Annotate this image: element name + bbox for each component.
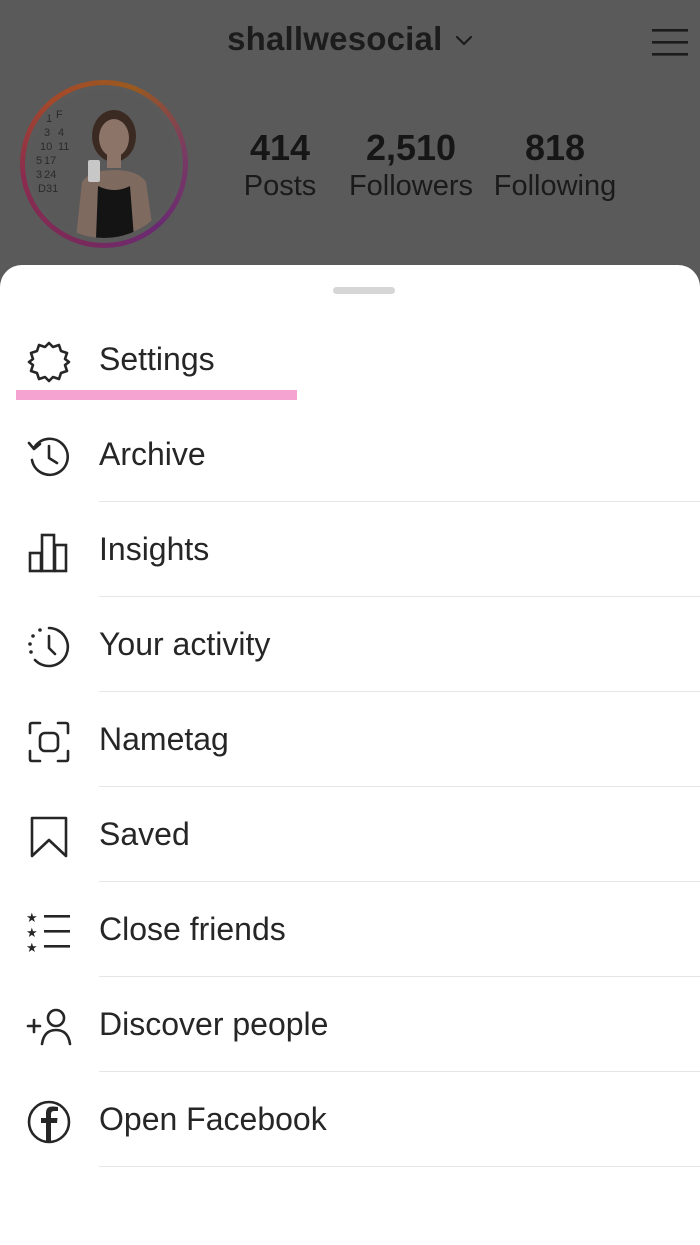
svg-text:5: 5 <box>36 155 42 167</box>
menu-item-archive[interactable]: Archive <box>0 407 700 502</box>
add-person-icon <box>26 1004 72 1050</box>
svg-text:3: 3 <box>44 127 50 139</box>
menu-item-label: Archive <box>99 436 206 472</box>
menu-item-label: Saved <box>99 816 190 852</box>
menu-item-insights[interactable]: Insights <box>0 502 700 597</box>
profile-header-backdrop[interactable]: shallwesocial 1F 34 10 11 5 17 3 24 D 31… <box>0 0 700 300</box>
svg-text:10: 10 <box>40 141 52 153</box>
stat-followers[interactable]: 2,510 Followers <box>348 128 474 204</box>
menu-item-saved[interactable]: Saved <box>0 787 700 882</box>
svg-text:1: 1 <box>46 113 52 125</box>
menu-item-your-activity[interactable]: Your activity <box>0 597 700 692</box>
profile-photo: 1F 34 10 11 5 17 3 24 D 31 <box>30 90 178 238</box>
archive-history-icon <box>26 434 72 480</box>
svg-text:★: ★ <box>26 941 38 955</box>
avatar[interactable]: 1F 34 10 11 5 17 3 24 D 31 <box>20 80 188 248</box>
svg-text:17: 17 <box>44 155 56 167</box>
username: shallwesocial <box>227 20 443 57</box>
stat-value: 818 <box>524 127 586 168</box>
svg-text:31: 31 <box>46 183 58 195</box>
menu-item-settings[interactable]: Settings <box>0 312 700 407</box>
divider <box>99 1166 700 1167</box>
close-friends-list-icon: ★ ★ ★ <box>26 909 72 956</box>
menu-item-label: Nametag <box>99 721 229 757</box>
svg-text:★: ★ <box>26 911 38 926</box>
username-switcher[interactable]: shallwesocial <box>0 20 700 58</box>
svg-text:24: 24 <box>44 169 56 181</box>
menu-item-discover-people[interactable]: Discover people <box>0 977 700 1072</box>
chevron-down-icon <box>455 34 473 52</box>
options-bottom-sheet: Settings Archive Insights Your activity … <box>0 265 700 1245</box>
nametag-scan-icon <box>26 719 72 765</box>
menu-item-label: Open Facebook <box>99 1101 327 1137</box>
menu-item-open-facebook[interactable]: Open Facebook <box>0 1072 700 1167</box>
svg-text:★: ★ <box>26 926 38 941</box>
bookmark-icon <box>26 814 72 860</box>
insights-bar-chart-icon <box>26 529 72 575</box>
svg-text:4: 4 <box>58 127 64 139</box>
menu-item-label: Insights <box>99 531 210 567</box>
stat-label: Followers <box>348 170 474 202</box>
stat-label: Following <box>493 170 617 202</box>
menu-item-nametag[interactable]: Nametag <box>0 692 700 787</box>
options-menu: Settings Archive Insights Your activity … <box>0 312 700 1167</box>
menu-item-label: Settings <box>99 341 215 377</box>
facebook-icon <box>26 1099 72 1145</box>
sheet-grabber-handle[interactable] <box>333 287 395 294</box>
menu-item-label: Your activity <box>99 626 271 662</box>
menu-item-label: Close friends <box>99 911 286 947</box>
svg-text:11: 11 <box>58 141 69 153</box>
svg-text:3: 3 <box>36 169 42 181</box>
settings-highlight-underline <box>16 390 297 400</box>
stat-following[interactable]: 818 Following <box>492 128 618 204</box>
stat-posts[interactable]: 414 Posts <box>230 128 330 204</box>
menu-item-label: Discover people <box>99 1006 329 1042</box>
svg-text:D: D <box>38 183 46 195</box>
menu-item-close-friends[interactable]: ★ ★ ★ Close friends <box>0 882 700 977</box>
stat-value: 414 <box>249 127 311 168</box>
settings-gear-icon <box>26 339 72 385</box>
activity-clock-icon <box>26 624 72 670</box>
menu-hamburger-icon[interactable] <box>652 26 688 58</box>
profile-stats: 414 Posts 2,510 Followers 818 Following <box>230 128 636 204</box>
svg-text:F: F <box>56 109 63 121</box>
stat-label: Posts <box>243 170 317 202</box>
stat-value: 2,510 <box>365 127 457 168</box>
